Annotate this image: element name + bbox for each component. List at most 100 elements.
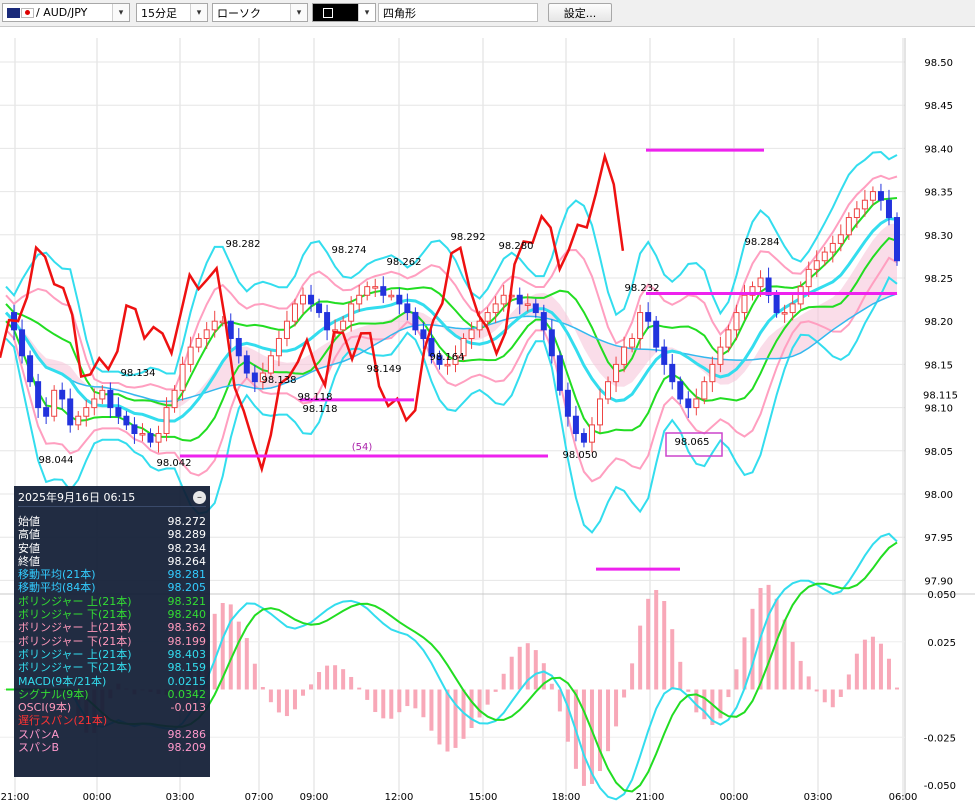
info-row-label: 安値: [18, 541, 40, 555]
osci-bar: [830, 689, 835, 708]
candle-body: [420, 329, 427, 339]
info-row-value: 98.205: [167, 581, 207, 595]
osci-bar: [726, 689, 731, 698]
candle-body: [677, 381, 684, 400]
time-tick-label: 07:00: [245, 792, 274, 803]
info-row-label: スパンA: [18, 727, 60, 741]
candle-body: [91, 398, 98, 409]
candle-body: [516, 294, 523, 305]
info-row-label: 移動平均(21本): [18, 568, 96, 582]
candle-body: [653, 320, 660, 348]
candle-body: [894, 217, 900, 262]
osci-bar: [718, 689, 723, 719]
osci-bar: [854, 653, 859, 690]
chart-type-label: ローソク: [217, 6, 261, 20]
candle-body: [524, 303, 531, 306]
osci-bar: [333, 665, 338, 690]
osci-bar: [806, 676, 811, 690]
osci-bar: [782, 619, 787, 690]
candle-body: [733, 312, 740, 331]
osci-bar: [493, 689, 498, 692]
price-annotation: 98.118: [303, 404, 338, 415]
chevron-down-icon[interactable]: ▾: [190, 4, 207, 21]
info-row-label: ボリンジャー 下(21本): [18, 661, 132, 675]
symbol-select[interactable]: / AUD/JPY ▾: [2, 3, 130, 22]
candle-body: [556, 355, 563, 391]
draw-tool-select[interactable]: ▾: [312, 3, 376, 22]
candle-body: [861, 199, 868, 210]
price-tick-label: 98.30: [924, 231, 953, 242]
info-row-value: 98.362: [167, 621, 207, 635]
price-annotation: 98.050: [563, 450, 598, 461]
candle-body: [380, 286, 387, 296]
osci-bar: [260, 687, 265, 690]
osci-bar: [630, 663, 635, 690]
candle-body: [709, 363, 716, 383]
osci-bar: [212, 613, 217, 690]
candle-body: [605, 381, 612, 400]
info-row-label: 高値: [18, 528, 40, 542]
chevron-down-icon[interactable]: ▾: [112, 4, 129, 21]
candles: [11, 183, 900, 453]
candle-body: [75, 415, 82, 426]
price-tick-label: 98.00: [924, 490, 953, 501]
price-tick-label: 98.20: [924, 317, 953, 328]
info-row-value: 98.289: [167, 528, 207, 542]
osci-bar: [846, 674, 851, 690]
time-tick-label: 03:00: [166, 792, 195, 803]
osci-bar: [798, 660, 803, 690]
candle-body: [757, 277, 764, 288]
price-tick-label: 97.90: [924, 576, 953, 587]
time-tick-label: 09:00: [300, 792, 329, 803]
time-tick-label: 15:00: [469, 792, 498, 803]
osci-bar: [357, 687, 362, 690]
candle-body: [67, 398, 74, 426]
timeframe-select[interactable]: 15分足 ▾: [136, 3, 208, 22]
info-row: ボリンジャー 下(21本) 98.240: [18, 608, 206, 621]
candle-body: [163, 407, 170, 435]
candle-body: [548, 329, 555, 357]
candle-body: [805, 268, 812, 288]
osci-bar: [309, 684, 314, 690]
osci-bar: [341, 669, 346, 690]
price-tick-label: 98.50: [924, 58, 953, 69]
info-date: 2025年9月16日 06:15: [18, 491, 136, 504]
chevron-down-icon[interactable]: ▾: [290, 4, 307, 21]
info-row-label: OSCI(9本): [18, 701, 72, 715]
candle-body: [396, 294, 403, 305]
price-annotation: 98.118: [298, 392, 333, 403]
price-annotation: 98.149: [367, 364, 402, 375]
price-tick-label: 98.45: [924, 101, 953, 112]
info-row-label: 移動平均(84本): [18, 581, 96, 595]
collapse-icon[interactable]: –: [193, 490, 206, 504]
osci-bar: [766, 584, 771, 690]
candle-body: [356, 294, 363, 305]
candle-body: [629, 337, 636, 348]
osci-bar: [429, 689, 434, 731]
candle-body: [155, 433, 162, 443]
price-annotation: 98.280: [499, 241, 534, 252]
info-row: OSCI(9本) -0.013: [18, 701, 206, 714]
candle-body: [372, 286, 379, 289]
price-tick-label: 98.35: [924, 188, 953, 199]
candle-body: [99, 389, 106, 400]
chevron-down-icon[interactable]: ▾: [358, 4, 375, 21]
candle-body: [35, 381, 42, 409]
osci-bar: [292, 689, 297, 710]
draw-tool-label: 四角形: [383, 6, 416, 20]
time-tick-label: 21:00: [1, 792, 30, 803]
info-row: 終値 98.264: [18, 555, 206, 568]
macd-tick-label: 0.025: [927, 638, 956, 649]
info-row-label: スパンB: [18, 741, 60, 755]
candle-body: [83, 407, 90, 417]
candle-body: [59, 389, 66, 400]
osci-bar: [678, 661, 683, 690]
info-row: 移動平均(21本) 98.281: [18, 568, 206, 581]
candle-body: [340, 320, 347, 331]
osci-bar: [284, 689, 289, 717]
candle-body: [476, 320, 483, 331]
osci-bar: [517, 646, 522, 690]
chart-type-select[interactable]: ローソク ▾: [212, 3, 308, 22]
info-row-value: 98.264: [167, 554, 207, 568]
settings-button[interactable]: 設定...: [548, 3, 612, 22]
